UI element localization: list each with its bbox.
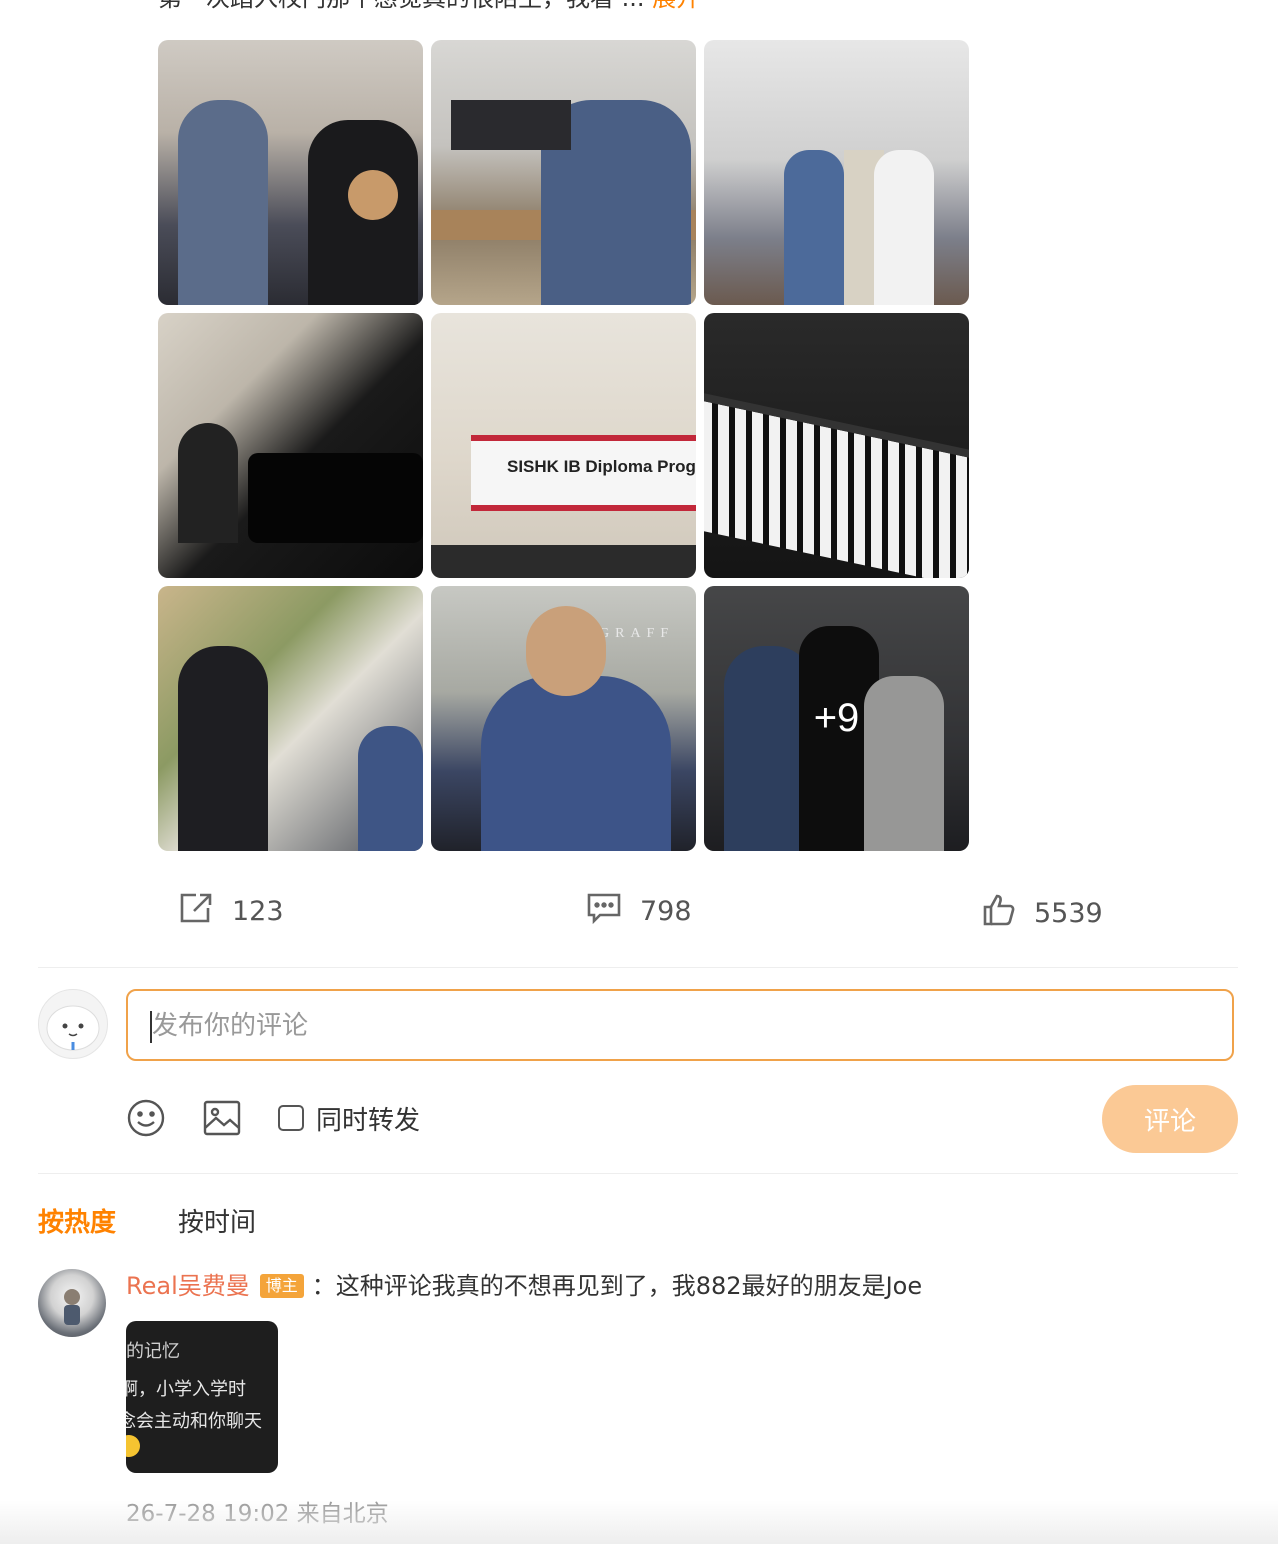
emoji-icon[interactable] xyxy=(126,1098,166,1138)
like-button[interactable]: 5539 xyxy=(982,893,1103,934)
post-image-9[interactable]: +9 xyxy=(704,586,969,851)
composer-tools: 同时转发 xyxy=(126,1098,420,1138)
commenter-avatar[interactable] xyxy=(38,1269,106,1337)
post-text-content: 第一次踏入校门那个感觉真的很陌生，我看 ... xyxy=(158,0,645,12)
image-banner: SISHK IB Diploma Progr xyxy=(471,435,696,511)
post-actions: 123 798 5539 xyxy=(0,885,1278,935)
graff-logo: GRAFF xyxy=(599,626,675,641)
comment-text: ：这种评论我真的不想再见到了，我882最好的朋友是Joe xyxy=(311,1272,923,1300)
comment-username[interactable]: Real吴费曼 xyxy=(126,1272,250,1300)
share-count: 123 xyxy=(232,896,284,927)
post-image-6[interactable] xyxy=(704,313,969,578)
divider xyxy=(38,967,1238,968)
comment-image-line: 的记忆 xyxy=(126,1341,180,1362)
submit-comment-button[interactable]: 评论 xyxy=(1102,1085,1238,1153)
post-image-3[interactable] xyxy=(704,40,969,305)
repost-checkbox[interactable] xyxy=(278,1105,304,1131)
comment-button[interactable]: 798 xyxy=(586,891,692,932)
tab-sort-by-time[interactable]: 按时间 xyxy=(178,1202,256,1239)
author-badge: 博主 xyxy=(259,1274,304,1298)
repost-label: 同时转发 xyxy=(316,1105,421,1136)
comment-icon xyxy=(586,891,640,932)
post-image-4[interactable] xyxy=(158,313,423,578)
divider xyxy=(38,1173,1238,1174)
comment-count: 798 xyxy=(640,896,692,927)
more-images-count: +9 xyxy=(704,586,969,851)
share-icon xyxy=(178,891,232,932)
post-image-2[interactable] xyxy=(431,40,696,305)
comment-input[interactable]: 发布你的评论 xyxy=(126,989,1234,1061)
post-text: 第一次踏入校门那个感觉真的很陌生，我看 ... 展开 xyxy=(158,0,1058,13)
post-image-8[interactable]: GRAFF xyxy=(431,586,696,851)
post-image-7[interactable] xyxy=(158,586,423,851)
post-image-1[interactable] xyxy=(158,40,423,305)
expand-link[interactable]: 展开 xyxy=(652,0,700,12)
comment-meta: 26-7-28 19:02 来自北京 xyxy=(126,1501,389,1527)
comment-image-line: 念会主动和你聊天 xyxy=(126,1411,262,1432)
thumbs-up-icon xyxy=(982,893,1034,934)
comment-line: Real吴费曼 博主 ：这种评论我真的不想再见到了，我882最好的朋友是Joe xyxy=(126,1269,922,1303)
image-upload-icon[interactable] xyxy=(202,1098,242,1138)
like-count: 5539 xyxy=(1034,898,1103,929)
tab-sort-by-hot[interactable]: 按热度 xyxy=(38,1202,116,1239)
crying-emoji-icon xyxy=(126,1435,140,1457)
comment-image-line: 啊，小学入学时 xyxy=(126,1379,246,1400)
image-grid: SISHK IB Diploma Progr GRAFF +9 xyxy=(158,40,969,851)
post-image-5[interactable]: SISHK IB Diploma Progr xyxy=(431,313,696,578)
share-button[interactable]: 123 xyxy=(178,891,284,932)
current-user-avatar[interactable] xyxy=(38,989,108,1059)
comment-image[interactable]: 的记忆 啊，小学入学时 念会主动和你聊天 xyxy=(126,1321,278,1473)
